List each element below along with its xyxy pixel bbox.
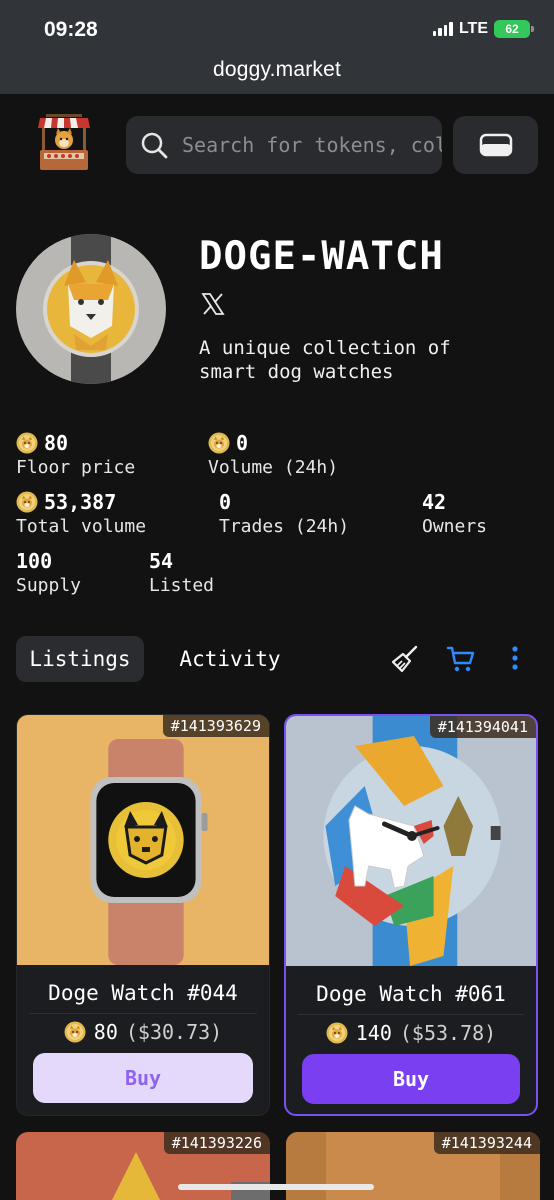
listing-id-badge: #141394041 [429, 716, 536, 738]
stat-supply: 100 Supply [16, 548, 81, 596]
doge-watch-avatar-image [43, 234, 139, 384]
url-bar[interactable]: doggy.market [0, 58, 554, 82]
supply-label: Supply [16, 575, 82, 596]
listing-id-badge: #141393244 [433, 1132, 540, 1154]
tab-listings[interactable]: Listings [16, 636, 144, 682]
listing-price: 80 ($30.73) [17, 1020, 269, 1044]
price-value: 140 [355, 1021, 392, 1045]
total-volume-value: 53,387 [44, 490, 117, 514]
floor-price-label: Floor price [16, 457, 136, 478]
listing-name: Doge Watch #061 [316, 982, 506, 1006]
wallet-icon [479, 133, 512, 157]
buy-button[interactable]: Buy [302, 1054, 520, 1104]
nft-image [286, 716, 536, 966]
price-usd: ($30.73) [125, 1020, 223, 1044]
volume-24h-label: Volume (24h) [208, 457, 339, 478]
card-divider [298, 1014, 524, 1015]
doge-coin-icon [16, 491, 38, 513]
doggy-market-logo[interactable] [32, 110, 96, 174]
browser-chrome: 09:28 LTE 62 doggy.market [0, 0, 554, 94]
x-twitter-icon[interactable] [201, 292, 225, 316]
tab-activity[interactable]: Activity [164, 636, 296, 682]
doge-coin-icon [326, 1022, 348, 1044]
card-divider [29, 1013, 257, 1014]
stat-floor-price: 80 Floor price [16, 430, 135, 478]
volume-24h-value: 0 [236, 431, 249, 455]
collection-description: A unique collection of smart dog watches [199, 337, 451, 383]
buy-button[interactable]: Buy [33, 1053, 253, 1103]
search-input[interactable] [182, 133, 442, 157]
network-label: LTE [458, 20, 488, 37]
listing-id-badge: #141393629 [162, 715, 269, 737]
listing-price: 140 ($53.78) [286, 1021, 536, 1045]
stat-owners: 42 Owners [422, 489, 487, 537]
stat-trades-24h: 0 Trades (24h) [219, 489, 349, 537]
more-vertical-icon[interactable] [500, 644, 530, 674]
listing-name: Doge Watch #044 [48, 981, 238, 1005]
sweep-broom-icon[interactable] [390, 644, 420, 674]
doge-coin-icon [64, 1021, 86, 1043]
owners-value: 42 [422, 490, 447, 514]
stat-volume-24h: 0 Volume (24h) [208, 430, 338, 478]
home-indicator[interactable] [178, 1184, 374, 1190]
collection-title: DOGE-WATCH [199, 234, 444, 279]
listing-card-selected[interactable]: #141394041 Doge Watch #061 140 ($53.78) … [284, 714, 538, 1116]
listing-card[interactable]: #141393629 Doge Watch #044 80 ($30.73) B… [16, 714, 270, 1116]
doge-coin-icon [208, 432, 230, 454]
search-icon [141, 132, 168, 159]
price-value: 80 [93, 1020, 118, 1044]
battery-icon: 62 [494, 20, 534, 38]
stat-listed: 54 Listed [149, 548, 214, 596]
stat-total-volume: 53,387 Total volume [16, 489, 146, 537]
floor-price-value: 80 [44, 431, 69, 455]
listing-id-badge: #141393226 [163, 1132, 270, 1154]
owners-label: Owners [422, 516, 488, 537]
listed-value: 54 [149, 549, 174, 573]
total-volume-label: Total volume [16, 516, 147, 537]
signal-icon [432, 22, 453, 36]
status-indicators: LTE 62 [432, 20, 534, 38]
nft-image [17, 715, 269, 965]
price-usd: ($53.78) [399, 1021, 497, 1045]
supply-value: 100 [16, 549, 53, 573]
battery-level: 62 [505, 22, 519, 36]
wallet-button[interactable] [453, 116, 538, 174]
listed-label: Listed [149, 575, 215, 596]
doge-coin-icon [16, 432, 38, 454]
search-bar[interactable] [126, 116, 442, 174]
trades-24h-value: 0 [219, 490, 232, 514]
cart-icon[interactable] [446, 644, 476, 674]
trades-24h-label: Trades (24h) [219, 516, 350, 537]
status-time: 09:28 [44, 18, 98, 41]
collection-avatar [16, 234, 166, 384]
